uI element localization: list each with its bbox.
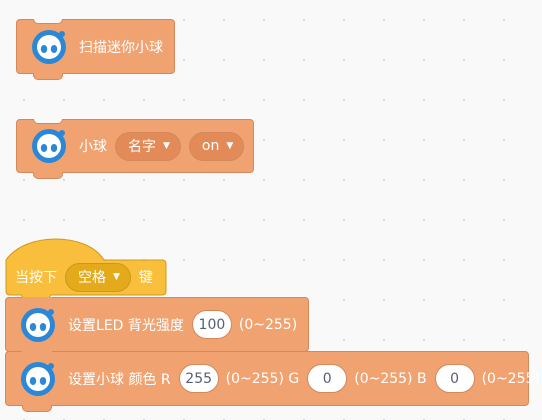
- green-input[interactable]: 0: [307, 364, 348, 393]
- caret-down-icon: ▼: [226, 141, 234, 151]
- sphero-mini-icon: [29, 26, 69, 66]
- set-led-block[interactable]: 设置LED 背光强度 100 (0~255): [5, 297, 309, 352]
- hat-content: 当按下 空格 ▼ 键: [5, 260, 161, 294]
- red-range: (0~255) G: [225, 370, 300, 387]
- blue-range: (0~255): [481, 370, 540, 387]
- block-tab: [33, 73, 63, 80]
- name-dropdown[interactable]: 名字 ▼: [115, 131, 181, 161]
- block-notch: [33, 19, 63, 24]
- scan-label: 扫描迷你小球: [79, 39, 163, 56]
- blue-input[interactable]: 0: [434, 364, 475, 393]
- led-range: (0~255): [238, 316, 298, 333]
- sphero-mini-icon: [18, 358, 58, 398]
- set-color-block[interactable]: 设置小球 颜色 R 255 (0~255) G 0 (0~255) B 0 (0…: [5, 351, 540, 412]
- block-notch: [33, 119, 63, 124]
- led-label: 设置LED 背光强度: [68, 317, 184, 334]
- caret-down-icon: ▼: [113, 272, 120, 282]
- sphero-mini-icon: [29, 125, 69, 165]
- color-label: 设置小球 颜色 R: [68, 371, 171, 388]
- name-dropdown-value: 名字: [128, 139, 156, 155]
- state-dropdown-value: on: [201, 138, 220, 154]
- key-dropdown[interactable]: 空格 ▼: [65, 262, 131, 292]
- block-tab: [22, 405, 52, 412]
- ball-state-block[interactable]: 小球 名字 ▼ on ▼: [16, 119, 254, 179]
- key-dropdown-value: 空格: [78, 270, 106, 286]
- block-notch: [22, 297, 52, 302]
- block-tab: [33, 172, 63, 179]
- red-input[interactable]: 255: [178, 364, 219, 393]
- block-notch: [22, 351, 52, 356]
- ball-label: 小球: [79, 139, 107, 155]
- hat-label-after: 键: [138, 270, 153, 286]
- green-range: (0~255) B: [354, 370, 427, 387]
- caret-down-icon: ▼: [163, 141, 170, 151]
- sphero-mini-icon: [18, 304, 58, 344]
- led-brightness-input[interactable]: 100: [191, 310, 232, 339]
- state-dropdown[interactable]: on ▼: [188, 131, 245, 161]
- scan-block[interactable]: 扫描迷你小球: [16, 19, 175, 80]
- when-key-pressed-hat-block[interactable]: 当按下 空格 ▼ 键: [5, 238, 167, 301]
- hat-label-before: 当按下: [15, 270, 57, 286]
